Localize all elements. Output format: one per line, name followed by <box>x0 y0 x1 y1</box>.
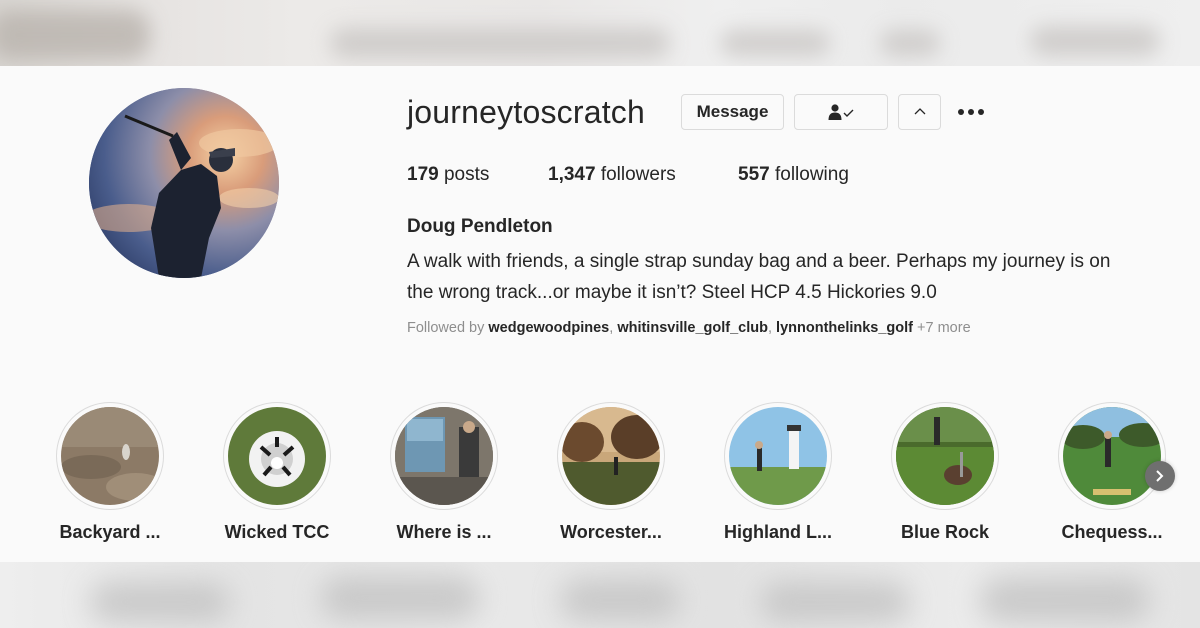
highlight-label: Chequess... <box>1061 522 1163 542</box>
bio-line: the wrong track...or maybe it isn’t? Ste… <box>407 282 937 303</box>
profile-full-name: Doug Pendleton <box>407 216 553 237</box>
highlight-label: Worcester... <box>560 522 662 542</box>
highlight-cover <box>562 407 660 505</box>
highlight-item[interactable]: Backyard ... <box>40 402 180 543</box>
golfer-silhouette-icon <box>89 88 279 278</box>
following-count: 557 <box>738 164 770 185</box>
highlight-cover <box>395 407 493 505</box>
highlight-label: Wicked TCC <box>224 522 330 542</box>
highlight-ring <box>223 402 331 510</box>
followers-stat[interactable]: 1,347 followers <box>548 164 676 186</box>
posts-stat[interactable]: 179 posts <box>407 164 489 186</box>
profile-username: journeytoscratch <box>407 94 645 130</box>
highlights-next-button[interactable] <box>1145 461 1175 491</box>
highlight-label: Backyard ... <box>59 522 161 542</box>
highlight-label: Highland L... <box>724 522 832 542</box>
bio-line: A walk with friends, a single strap sund… <box>407 251 1111 272</box>
highlight-cover <box>896 407 994 505</box>
highlight-item[interactable]: Blue Rock <box>875 402 1015 543</box>
blurred-bottom-strip <box>0 562 1200 628</box>
chevron-right-icon <box>1156 470 1164 482</box>
suggested-accounts-button[interactable] <box>898 94 941 130</box>
more-options-icon[interactable] <box>958 102 988 122</box>
posts-count: 179 <box>407 164 439 185</box>
profile-bio: A walk with friends, a single strap sund… <box>407 246 1187 308</box>
highlight-cover <box>729 407 827 505</box>
followed-by-prefix: Followed by <box>407 320 485 336</box>
following-label: following <box>774 164 849 185</box>
highlight-cover <box>1063 407 1161 505</box>
highlight-ring <box>891 402 999 510</box>
posts-label: posts <box>443 164 490 185</box>
highlight-item[interactable]: Wicked TCC <box>207 402 347 543</box>
followers-count: 1,347 <box>548 164 596 185</box>
highlight-ring <box>557 402 665 510</box>
story-highlights: Backyard ... Wicked TCC Where is ... Wor… <box>0 402 1200 552</box>
profile-header: journeytoscratch Message 179 posts 1,347… <box>0 66 1200 562</box>
highlight-ring <box>724 402 832 510</box>
followed-by-user[interactable]: whitinsville_golf_club <box>617 320 768 336</box>
message-button[interactable]: Message <box>681 94 784 130</box>
following-button[interactable] <box>794 94 888 130</box>
highlight-item[interactable]: Where is ... <box>374 402 514 543</box>
highlight-ring <box>390 402 498 510</box>
highlight-ring <box>1058 402 1166 510</box>
person-check-icon <box>828 104 854 120</box>
following-stat[interactable]: 557 following <box>738 164 849 186</box>
highlight-item[interactable]: Worcester... <box>541 402 681 543</box>
followers-label: followers <box>600 164 676 185</box>
profile-avatar[interactable] <box>89 88 279 278</box>
followed-by-user[interactable]: wedgewoodpines <box>488 320 609 336</box>
followed-by[interactable]: Followed by wedgewoodpines, whitinsville… <box>407 320 971 336</box>
followed-by-more[interactable]: +7 more <box>917 320 971 336</box>
highlight-item[interactable]: Highland L... <box>708 402 848 543</box>
highlight-ring <box>56 402 164 510</box>
highlight-cover <box>61 407 159 505</box>
followed-by-user[interactable]: lynnonthelinks_golf <box>776 320 913 336</box>
highlight-label: Where is ... <box>396 522 492 542</box>
highlight-label: Blue Rock <box>900 522 990 542</box>
chevron-up-icon <box>914 108 925 115</box>
blurred-top-bar <box>0 0 1200 66</box>
highlight-cover <box>228 407 326 505</box>
